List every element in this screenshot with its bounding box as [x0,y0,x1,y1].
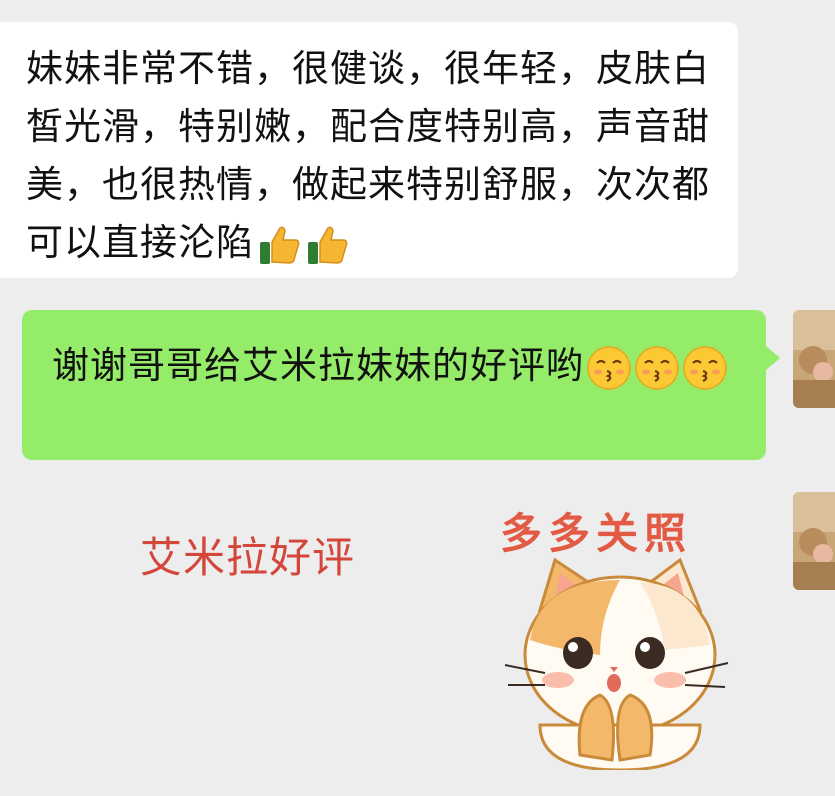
bubble-tail [766,346,780,370]
incoming-message-text: 妹妹非常不错，很健谈，很年轻，皮肤白皙光滑，特别嫩，配合度特别高，声音甜美，也很… [26,47,710,264]
thumbs-up-icon [304,222,350,268]
cat-sticker-icon[interactable] [500,555,740,774]
kissing-face-icon [586,345,632,391]
kissing-face-icon [634,345,680,391]
thumbs-up-icon [256,222,302,268]
incoming-message-bubble[interactable]: 妹妹非常不错，很健谈，很年轻，皮肤白皙光滑，特别嫩，配合度特别高，声音甜美，也很… [0,22,738,278]
sticker-title: 多多关照 [500,509,693,558]
outgoing-message-bubble[interactable]: 谢谢哥哥给艾米拉妹妹的好评哟 [22,310,780,460]
sticker-caption: 艾米拉好评 [140,533,356,582]
kissing-face-icon [682,345,728,391]
avatar[interactable] [793,492,835,590]
outgoing-message-text: 谢谢哥哥给艾米拉妹妹的好评哟 [52,344,584,387]
avatar[interactable] [793,310,835,408]
